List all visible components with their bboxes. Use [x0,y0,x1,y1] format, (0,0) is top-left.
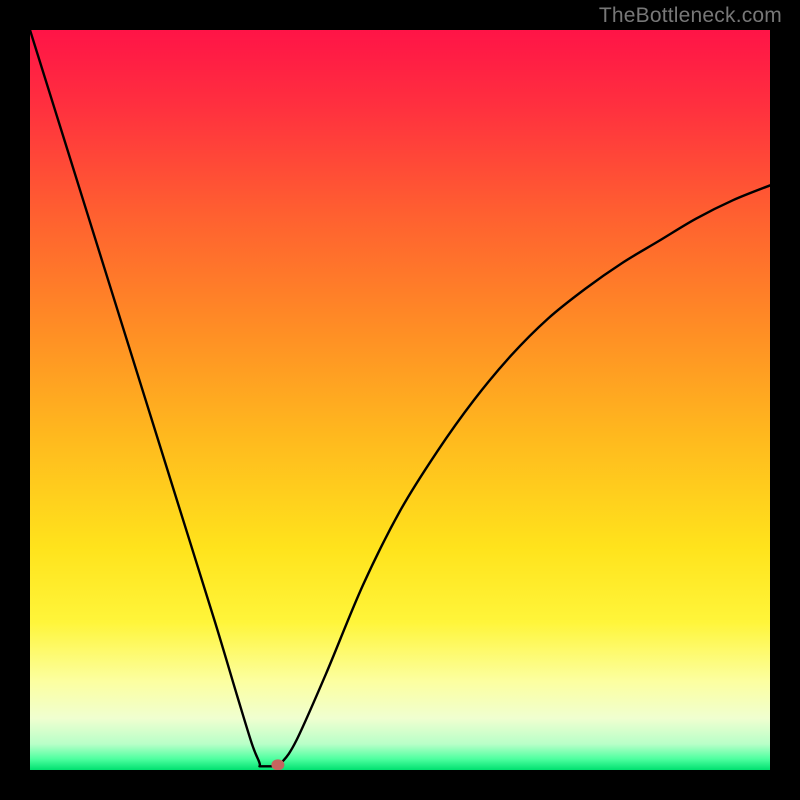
marker-dot [271,759,284,770]
plot-area [30,30,770,770]
plot-svg [30,30,770,770]
chart-stage: TheBottleneck.com [0,0,800,800]
gradient-background [30,30,770,770]
watermark-text: TheBottleneck.com [599,4,782,28]
